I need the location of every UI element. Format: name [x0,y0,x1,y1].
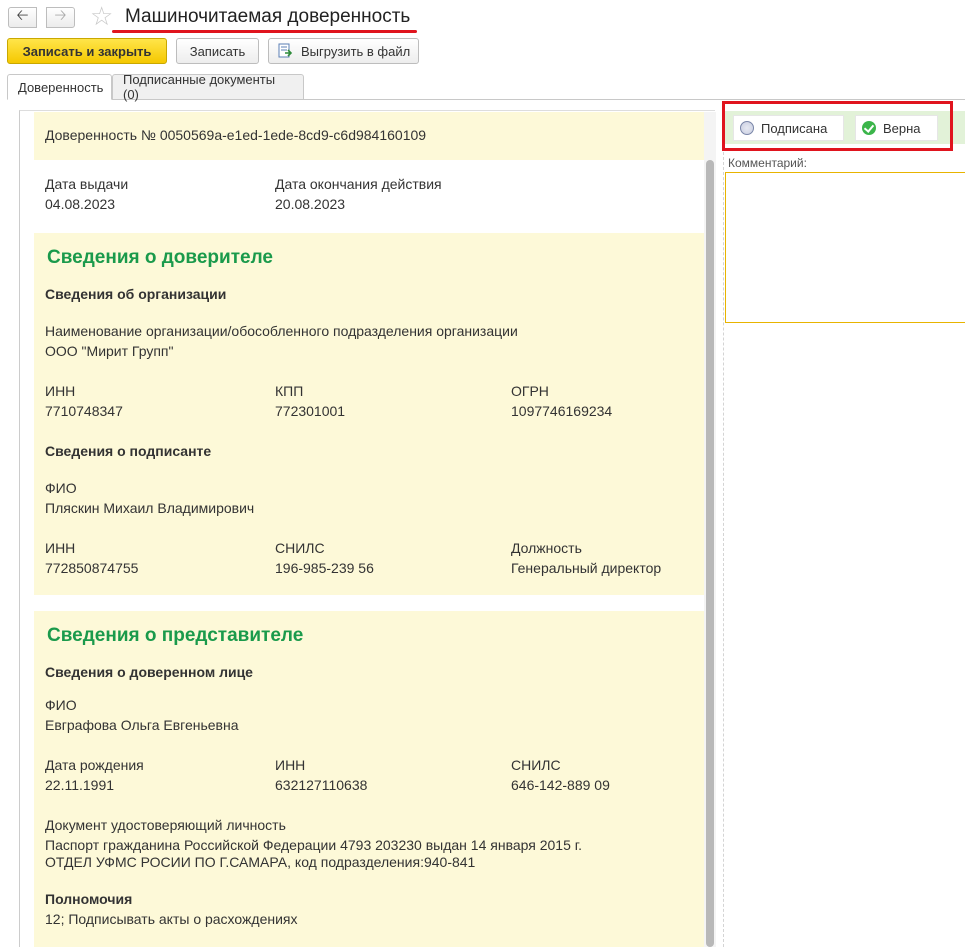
end-date-value: 20.08.2023 [275,196,346,212]
signer-inn-label: ИНН [45,540,76,556]
save-button[interactable]: Записать [176,38,259,64]
signer-fio-value: Пляскин Михаил Владимирович [45,500,255,516]
doc-number: Доверенность № 0050569a-e1ed-1ede-8cd9-c… [45,127,427,143]
save-and-close-button[interactable]: Записать и закрыть [7,38,167,64]
export-label: Выгрузить в файл [301,43,411,59]
powers-section-title: Полномочия [45,891,133,907]
birth-date-label: Дата рождения [45,757,144,773]
rep-snils-label: СНИЛС [511,757,561,773]
kpp-label: КПП [275,383,304,399]
ogrn-label: ОГРН [511,383,549,399]
principal-title: Сведения о доверителе [47,247,273,268]
rep-snils-value: 646-142-889 09 [511,777,610,793]
end-date-label: Дата окончания действия [275,176,442,192]
signer-snils-label: СНИЛС [275,540,325,556]
id-doc-line2: ОТДЕЛ УФМС РОСИИ ПО Г.САМАРА, код подраз… [45,854,476,870]
window-title: Машиночитаемая доверенность [125,6,411,27]
forward-button[interactable]: 🡢 [46,7,75,28]
signer-fio-label: ФИО [45,480,77,496]
id-doc-line1: Паспорт гражданина Российской Федерации … [45,837,583,853]
favorite-star-icon[interactable]: ☆ [90,3,113,29]
signer-position-value: Генеральный директор [511,560,662,576]
rep-fio-label: ФИО [45,697,77,713]
org-name-value: ООО "Мирит Групп" [45,343,174,359]
comment-input[interactable] [725,172,965,323]
export-file-icon [277,43,293,59]
representative-title: Сведения о представителе [47,625,304,646]
id-doc-label: Документ удостоверяющий личность [45,817,286,833]
scrollbar-thumb[interactable] [706,160,714,947]
comment-label: Комментарий: [728,156,807,170]
trusted-person-section-title: Сведения о доверенном лице [45,664,253,680]
birth-date-value: 22.11.1991 [45,777,115,793]
tab-signed-documents[interactable]: Подписанные документы (0) [112,72,304,102]
signer-position-label: Должность [511,540,582,556]
signer-snils-value: 196-985-239 56 [275,560,374,576]
ogrn-value: 1097746169234 [511,403,613,419]
rep-inn-label: ИНН [275,757,306,773]
org-name-label: Наименование организации/обособленного п… [45,323,518,339]
kpp-value: 772301001 [275,403,346,419]
export-to-file-button[interactable]: Выгрузить в файл [268,38,419,64]
org-inn-value: 7710748347 [45,403,123,419]
issue-date-label: Дата выдачи [45,176,129,192]
powers-value: 12; Подписывать акты о расхождениях [45,911,298,927]
tab-power-of-attorney[interactable]: Доверенность [7,74,112,100]
panel-divider [723,152,724,947]
arrow-left-icon: 🡠 [16,7,29,24]
rep-inn-value: 632127110638 [275,777,368,793]
signer-inn-value: 772850874755 [45,560,139,576]
org-inn-label: ИНН [45,383,76,399]
status-highlight-frame [722,101,953,151]
arrow-right-icon: 🡢 [54,7,67,24]
title-highlight-underline [112,30,417,33]
signer-section-title: Сведения о подписанте [45,443,212,459]
rep-fio-value: Евграфова Ольга Евгеньевна [45,717,239,733]
org-section-title: Сведения об организации [45,286,227,302]
issue-date-value: 04.08.2023 [45,196,116,212]
back-button[interactable]: 🡠 [8,7,37,28]
